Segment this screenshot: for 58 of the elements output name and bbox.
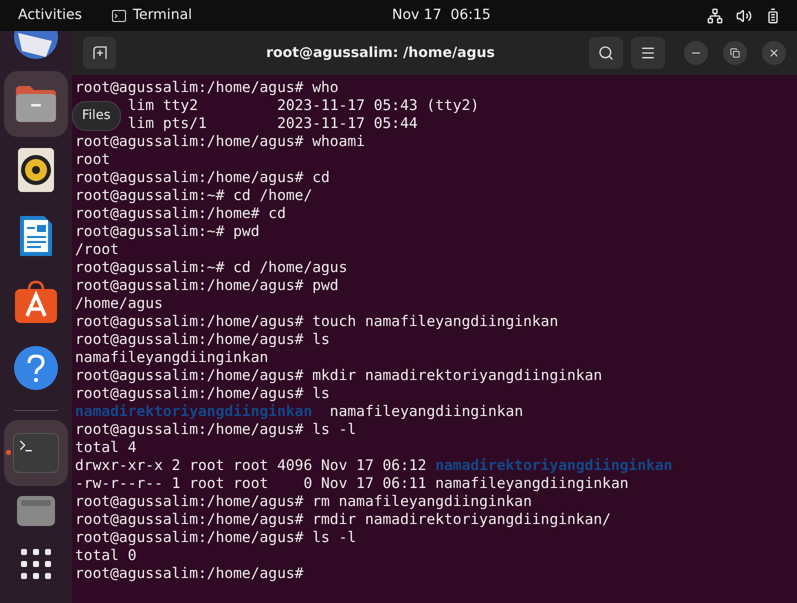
terminal-line: total 4 <box>75 439 137 457</box>
app-menu-button[interactable]: Terminal <box>112 5 192 26</box>
directory-name: namadirektoriyangdiinginkan <box>435 457 672 475</box>
folder-icon <box>14 84 58 124</box>
terminal-line: /home/agus <box>75 295 163 313</box>
terminal-line: root@agussalim:/home/agus# who <box>75 79 339 97</box>
help-icon <box>14 346 58 390</box>
restore-icon <box>730 48 740 58</box>
terminal-line: root@agussalim:/home# cd <box>75 205 286 223</box>
close-button[interactable] <box>762 41 786 65</box>
terminal-icon <box>112 10 126 22</box>
search-button[interactable] <box>589 37 623 69</box>
terminal-line: root@agussalim:~# pwd <box>75 223 260 241</box>
clock[interactable]: Nov 17 06:15 <box>392 5 491 26</box>
activities-button[interactable]: Activities <box>14 5 86 26</box>
terminal-line: root@agussalim:/home/agus# ls -l <box>75 529 356 547</box>
shopping-bag-icon <box>13 280 59 324</box>
document-icon <box>18 214 54 258</box>
drive-icon <box>17 496 55 526</box>
menu-icon <box>640 45 656 61</box>
terminal-line: namafileyangdiinginkan <box>75 349 268 367</box>
terminal-line: root@agussalim:/home/agus# pwd <box>75 277 339 295</box>
terminal-line: root@agussalim:~# cd /home/ <box>75 187 312 205</box>
window-title: root@agussalim: /home/agus <box>265 44 496 62</box>
terminal-line: root@agussalim:/home/agus# mkdir namadirektoriyangdiinginkan <box>75 367 602 385</box>
terminal-line: drwxr-xr-x 2 root root 4096 Nov 17 06:12 <box>75 457 428 475</box>
terminal-line: lim tty2 2023-11-17 05:43 (tty2) <box>128 97 480 115</box>
terminal-line: root@agussalim:/home/agus# rmdir namadirektoriyangdiinginkan/ <box>75 511 611 529</box>
terminal-line: -rw-r--r-- 1 root root 0 Nov 17 06:11 namafileyangdiinginkan <box>75 475 629 493</box>
terminal-line: root@agussalim:/home/agus# <box>75 565 304 583</box>
terminal-line: root <box>75 151 110 169</box>
terminal-line: root@agussalim:/home/agus# ls <box>75 385 330 403</box>
speaker-icon <box>18 148 54 192</box>
new-tab-button[interactable] <box>83 37 116 69</box>
terminal-icon <box>13 433 59 473</box>
terminal-line: lim pts/1 2023-11-17 05:44 <box>128 115 418 133</box>
terminal-line: root@agussalim:/home/agus# ls <box>75 331 330 349</box>
terminal-line: namafileyangdiinginkan <box>328 403 524 421</box>
bird-envelope-icon <box>12 31 60 61</box>
terminal-line: root@agussalim:/home/agus# cd <box>75 169 330 187</box>
app-grid-icon <box>20 548 52 580</box>
volume-icon[interactable] <box>736 8 752 24</box>
search-icon <box>598 45 614 61</box>
terminal-line: root@agussalim:/home/agus# touch namafileyangdiinginkan <box>75 313 558 331</box>
restore-button[interactable] <box>723 41 747 65</box>
terminal-line: root@agussalim:/home/agus# rm namafileyangdiinginkan <box>75 493 532 511</box>
menu-button[interactable] <box>631 37 665 69</box>
terminal-line: root@agussalim:~# cd /home/agus <box>75 259 348 277</box>
new-tab-icon <box>92 46 106 60</box>
terminal-line: /root <box>75 241 119 259</box>
terminal-line: root@agussalim:/home/agus# whoami <box>75 133 365 151</box>
tooltip: Files <box>72 101 121 130</box>
terminal-line: total 0 <box>75 547 137 565</box>
close-icon <box>768 47 780 59</box>
dock-item[interactable] <box>4 71 68 137</box>
terminal-line: root@agussalim:/home/agus# ls -l <box>75 421 356 439</box>
network-icon[interactable] <box>707 8 723 24</box>
directory-name: namadirektoriyangdiinginkan <box>75 403 312 421</box>
